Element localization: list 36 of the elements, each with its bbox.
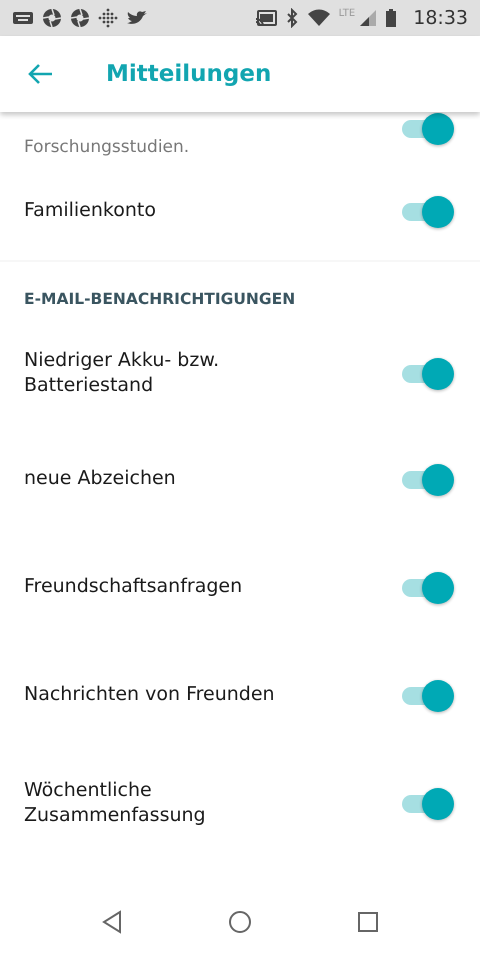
- setting-label: neue Abzeichen: [24, 466, 176, 492]
- setting-label: Familienkonto: [24, 198, 156, 224]
- recents-button[interactable]: [357, 911, 380, 933]
- toggle-switch[interactable]: [400, 194, 454, 228]
- time-text: 18:33: [413, 6, 468, 31]
- keyboard-icon: [12, 10, 34, 26]
- page-title: Mitteilungen: [106, 60, 272, 89]
- setting-label: Freundschaftsanfragen: [24, 574, 242, 600]
- square-icon: [357, 911, 380, 933]
- signal-icon: [359, 9, 378, 27]
- battery-icon: [385, 8, 398, 28]
- dots-icon: [98, 8, 118, 28]
- setting-label: Niedriger Akku- bzw. Batteriestand: [24, 348, 220, 398]
- setting-label: Nachrichten von Freunden: [24, 682, 275, 708]
- aperture-icon: [42, 8, 62, 28]
- back-arrow-icon: [26, 62, 54, 86]
- toggle-switch[interactable]: [400, 356, 454, 390]
- circle-icon: [228, 910, 252, 934]
- cast-icon: [254, 9, 277, 27]
- setting-label: Forschungsstudien.: [24, 136, 190, 159]
- setting-label: Wöchentliche Zusammenfassung: [24, 778, 207, 828]
- home-button[interactable]: [228, 910, 252, 934]
- bird-icon: [126, 9, 148, 27]
- aperture-icon: [70, 8, 90, 28]
- toggle-switch[interactable]: [400, 111, 454, 145]
- toggle-switch[interactable]: [400, 786, 454, 820]
- triangle-icon: [100, 910, 123, 934]
- toggle-switch[interactable]: [400, 678, 454, 712]
- toggle-switch[interactable]: [400, 462, 454, 496]
- network-label: LTE: [338, 7, 356, 21]
- bluetooth-icon: [284, 8, 299, 28]
- toggle-switch[interactable]: [400, 570, 454, 604]
- section-heading: E-MAIL-BENACHRICHTIGUNGEN: [23, 289, 296, 310]
- wifi-icon: [306, 9, 331, 27]
- back-nav-button[interactable]: [100, 910, 123, 934]
- back-button[interactable]: [26, 62, 54, 86]
